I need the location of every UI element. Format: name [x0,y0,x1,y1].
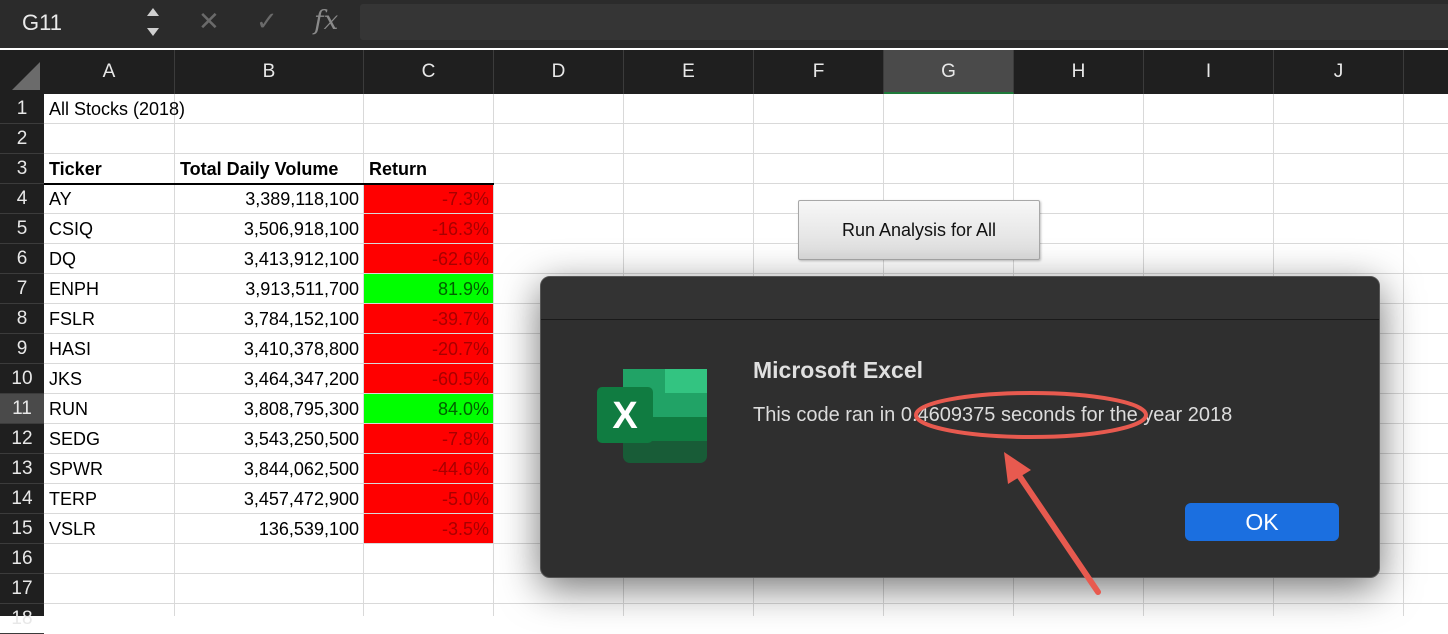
ticker-cell[interactable]: SPWR [44,454,175,484]
row-header-5[interactable]: 5 [0,214,44,244]
confirm-icon[interactable]: ✓ [256,6,278,37]
row-header-12[interactable]: 12 [0,424,44,454]
row-header-1[interactable]: 1 [0,94,44,124]
dialog-title: Microsoft Excel [753,357,923,383]
row-header-16[interactable]: 16 [0,544,44,574]
excel-logo-icon: X [597,369,707,463]
column-header-f[interactable]: F [754,50,884,94]
row-header-6[interactable]: 6 [0,244,44,274]
column-header-i[interactable]: I [1144,50,1274,94]
ticker-cell[interactable]: TERP [44,484,175,514]
volume-cell[interactable]: 3,844,062,500 [175,454,364,484]
ticker-cell[interactable]: VSLR [44,514,175,544]
return-cell[interactable]: -62.6% [364,244,494,274]
name-box-stepper-icon[interactable] [143,2,163,42]
select-all-corner[interactable] [0,50,44,94]
row-header-11[interactable]: 11 [0,394,44,424]
column-header-j[interactable]: J [1274,50,1404,94]
return-cell[interactable]: 84.0% [364,394,494,424]
dialog-message: This code ran in 0.4609375 seconds for t… [753,404,1233,426]
row-header-15[interactable]: 15 [0,514,44,544]
column-header-d[interactable]: D [494,50,624,94]
alert-dialog: X Microsoft Excel This code ran in 0.460… [540,276,1380,578]
cancel-icon[interactable]: ✕ [198,6,220,37]
return-cell[interactable]: -3.5% [364,514,494,544]
row-header-bar: 1 2 3 4 5 6 7 8 9 10 11 12 13 14 15 16 1… [0,94,44,634]
dialog-title-bar[interactable] [541,277,1379,320]
volume-cell[interactable]: 3,913,511,700 [175,274,364,304]
ticker-cell[interactable]: ENPH [44,274,175,304]
column-header-g[interactable]: G [884,50,1014,94]
row-header-14[interactable]: 14 [0,484,44,514]
ticker-header-cell[interactable]: Ticker [44,154,175,184]
row-header-8[interactable]: 8 [0,304,44,334]
row-header-9[interactable]: 9 [0,334,44,364]
ticker-cell[interactable]: FSLR [44,304,175,334]
grid-line [44,603,1448,604]
row-header-18[interactable]: 18 [0,604,44,634]
volume-cell[interactable]: 3,543,250,500 [175,424,364,454]
ticker-cell[interactable]: AY [44,184,175,214]
volume-header-cell[interactable]: Total Daily Volume [175,154,364,184]
ticker-cell[interactable]: SEDG [44,424,175,454]
volume-cell[interactable]: 3,808,795,300 [175,394,364,424]
return-header-cell[interactable]: Return [364,154,494,184]
ticker-cell[interactable]: JKS [44,364,175,394]
return-cell[interactable]: -39.7% [364,304,494,334]
column-header-h[interactable]: H [1014,50,1144,94]
ticker-cell[interactable]: RUN [44,394,175,424]
formula-input[interactable] [360,4,1448,40]
volume-cell[interactable]: 3,464,347,200 [175,364,364,394]
row-header-3[interactable]: 3 [0,154,44,184]
volume-cell[interactable]: 3,413,912,100 [175,244,364,274]
volume-cell[interactable]: 3,506,918,100 [175,214,364,244]
volume-cell[interactable]: 136,539,100 [175,514,364,544]
column-header-a[interactable]: A [44,50,175,94]
select-all-icon [12,62,40,90]
formula-bar: G11 ✕ ✓ fx [0,0,1448,48]
row-header-17[interactable]: 17 [0,574,44,604]
row-header-10[interactable]: 10 [0,364,44,394]
column-header-b[interactable]: B [175,50,364,94]
return-cell[interactable]: -16.3% [364,214,494,244]
return-cell[interactable]: 81.9% [364,274,494,304]
sheet-title-cell[interactable]: All Stocks (2018) [44,94,364,124]
return-cell[interactable]: -60.5% [364,364,494,394]
column-header-k[interactable] [1404,50,1448,94]
ticker-cell[interactable]: HASI [44,334,175,364]
ticker-cell[interactable]: CSIQ [44,214,175,244]
column-header-bar: A B C D E F G H I J [0,50,1448,94]
row-header-4[interactable]: 4 [0,184,44,214]
name-box-value: G11 [22,10,62,35]
function-icon[interactable]: fx [314,6,338,36]
column-header-e[interactable]: E [624,50,754,94]
grid-line [1403,94,1404,616]
row-header-2[interactable]: 2 [0,124,44,154]
return-cell[interactable]: -7.3% [364,184,494,214]
volume-cell[interactable]: 3,389,118,100 [175,184,364,214]
run-analysis-button[interactable]: Run Analysis for All [798,200,1040,260]
excel-logo-letter: X [612,395,638,437]
column-header-c[interactable]: C [364,50,494,94]
return-cell[interactable]: -5.0% [364,484,494,514]
return-cell[interactable]: -20.7% [364,334,494,364]
volume-cell[interactable]: 3,784,152,100 [175,304,364,334]
ticker-cell[interactable]: DQ [44,244,175,274]
row-header-7[interactable]: 7 [0,274,44,304]
row-header-13[interactable]: 13 [0,454,44,484]
volume-cell[interactable]: 3,410,378,800 [175,334,364,364]
volume-cell[interactable]: 3,457,472,900 [175,484,364,514]
ok-button[interactable]: OK [1185,503,1339,541]
return-cell[interactable]: -7.8% [364,424,494,454]
name-box[interactable]: G11 [0,0,170,48]
return-cell[interactable]: -44.6% [364,454,494,484]
